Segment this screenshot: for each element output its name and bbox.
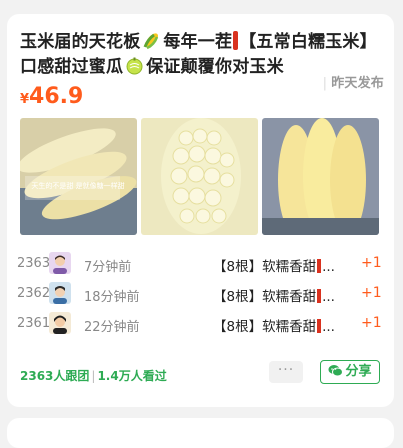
order-qty: +1 [361,255,382,271]
next-card [7,418,394,448]
order-time: 7分钟前 [84,260,132,275]
price-value: 46.9 [29,84,84,109]
avatar [49,312,71,334]
title-text-4: 保证颠覆你对玉米 [146,57,284,77]
buyer-count: 2362 [17,286,51,301]
posted-time: | 昨天发布 [316,71,384,96]
product-image-2[interactable] [141,118,258,235]
list-item[interactable]: 2363 7分钟前 【8根】软糯香甜... +1 [15,252,387,278]
list-item[interactable]: 2362 18分钟前 【8根】软糯香甜... +1 [15,282,387,308]
share-button[interactable]: 分享 [320,360,380,384]
title-text-2: 每年一茬 [163,32,233,52]
red-bar-icon [233,31,239,50]
order-qty: +1 [361,285,382,301]
wechat-icon [328,365,344,377]
group-buy-card[interactable]: 玉米届的天花板 每年一茬 【五常白糯玉米】口感甜过蜜瓜 保证颠覆你对玉米 | 昨天发布 … [7,14,394,407]
more-icon: ··· [277,362,295,378]
more-button[interactable]: ··· [269,361,303,383]
post-title: 玉米届的天花板 每年一茬 【五常白糯玉米】口感甜过蜜瓜 保证颠覆你对玉米 | 昨天发布 [20,30,384,96]
posted-time-label: 昨天发布 [331,76,384,91]
product-name: 【8根】软糯香甜... [213,259,335,275]
avatar [49,282,71,304]
melon-icon [125,56,144,75]
buyer-count: 2363 [17,256,51,271]
views-count: 1.4万人看过 [97,369,167,383]
buyer-count: 2361 [17,316,51,331]
order-time: 22分钟前 [84,320,140,335]
image-caption: 天生的不是甜 是就像糖一样甜 [31,181,124,190]
product-image-1[interactable]: 天生的不是甜 是就像糖一样甜 [20,118,137,235]
product-name: 【8根】软糯香甜... [213,319,335,335]
followers-count: 2363人跟团 [20,369,90,383]
avatar [49,252,71,274]
corn-icon [142,31,161,50]
price-currency: ¥ [20,92,30,107]
group-stats: 2363人跟团 | 1.4万人看过 [20,369,167,383]
share-label: 分享 [345,364,372,379]
title-text-1: 玉米届的天花板 [20,32,141,52]
order-qty: +1 [361,315,382,331]
price: ¥46.9 [20,84,83,109]
product-image-3[interactable] [262,118,379,235]
order-time: 18分钟前 [84,290,140,305]
list-item[interactable]: 2361 22分钟前 【8根】软糯香甜... +1 [15,312,387,338]
product-name: 【8根】软糯香甜... [213,289,335,305]
